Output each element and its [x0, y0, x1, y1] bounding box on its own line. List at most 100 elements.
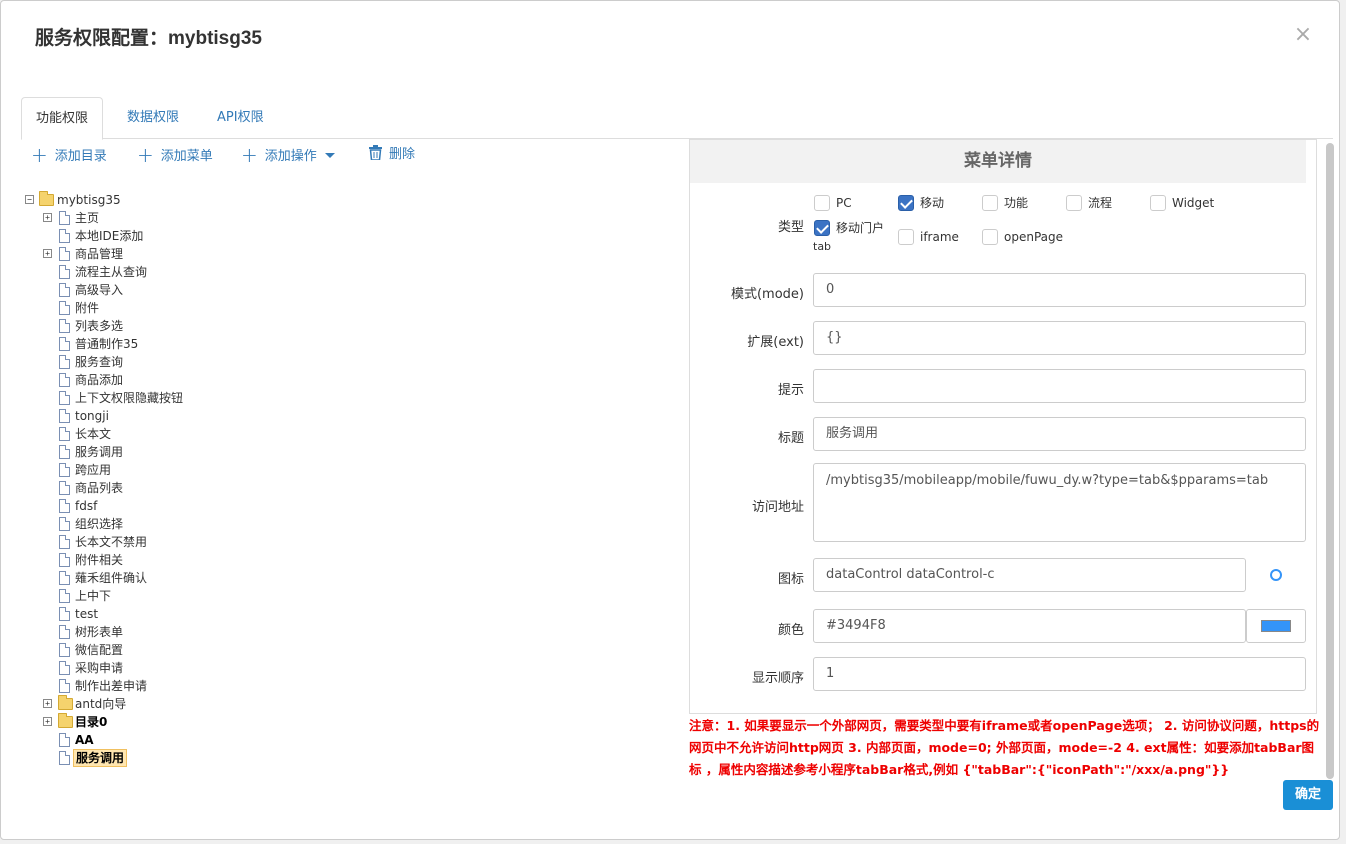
expand-icon[interactable]: +	[43, 717, 52, 726]
collapse-icon[interactable]: −	[25, 195, 34, 204]
tree-node-label[interactable]: 制作出差申请	[73, 677, 149, 695]
tree-node-label[interactable]: 跨应用	[73, 461, 113, 479]
tree-node-label[interactable]: 组织选择	[73, 515, 125, 533]
tree-node-label[interactable]: 主页	[73, 209, 101, 227]
tree-node-label[interactable]: 服务调用	[73, 749, 128, 767]
tree-node-label[interactable]: AA	[73, 731, 96, 749]
checkbox-label: 流程	[1088, 196, 1113, 210]
document-icon	[59, 751, 70, 765]
tree-node-label[interactable]: 列表多选	[73, 317, 125, 335]
tree-node-label[interactable]: mybtisg35	[55, 191, 123, 209]
tree-node-label[interactable]: fdsf	[73, 497, 99, 515]
dialog-title: 服务权限配置：mybtisg35	[35, 28, 262, 49]
tree-node-label[interactable]: 商品列表	[73, 479, 125, 497]
tree-node-label[interactable]: 普通制作35	[73, 335, 140, 353]
icon-label: 图标	[777, 572, 804, 587]
tree-node-label[interactable]: 附件	[73, 299, 101, 317]
document-icon	[59, 733, 70, 747]
tree-node-label[interactable]: 薙禾组件确认	[73, 569, 149, 587]
title-input[interactable]: 服务调用	[813, 417, 1306, 451]
document-icon	[59, 337, 70, 351]
tip-input[interactable]	[813, 369, 1306, 403]
checkbox-label: 移动	[920, 196, 945, 210]
checkbox-box[interactable]	[814, 195, 830, 211]
tree-node-label[interactable]: 目录0	[73, 713, 109, 731]
document-icon	[59, 607, 70, 621]
checkbox-label: Widget	[1172, 196, 1215, 210]
title-label: 标题	[777, 431, 804, 446]
trash-icon	[369, 145, 382, 161]
close-icon[interactable]: ×	[1287, 23, 1319, 49]
tree-node-label[interactable]: 树形表单	[73, 623, 125, 641]
tree-node-label[interactable]: 上下文权限隐藏按钮	[73, 389, 185, 407]
confirm-button[interactable]: 确定	[1283, 780, 1333, 810]
expand-icon[interactable]: +	[43, 213, 52, 222]
checkbox-box[interactable]	[1066, 195, 1082, 211]
tree-node-label[interactable]: 附件相关	[73, 551, 125, 569]
tree-node-label[interactable]: 流程主从查询	[73, 263, 149, 281]
color-picker-button[interactable]	[1246, 609, 1306, 643]
ext-label: 扩展(ext)	[747, 335, 804, 350]
expand-icon[interactable]: +	[43, 249, 52, 258]
document-icon	[59, 265, 70, 279]
document-icon	[59, 679, 70, 693]
delete-button[interactable]: 删除	[369, 144, 415, 166]
order-label: 显示顺序	[751, 671, 804, 686]
expand-icon[interactable]: +	[43, 699, 52, 708]
add-menu-label: 添加菜单	[160, 149, 213, 164]
scrollbar[interactable]	[1326, 143, 1334, 779]
mode-input[interactable]: 0	[813, 273, 1306, 307]
color-swatch	[1261, 620, 1291, 632]
document-icon	[59, 643, 70, 657]
tree-node-label[interactable]: antd向导	[73, 695, 128, 713]
permission-dialog: 服务权限配置：mybtisg35 × 功能权限 数据权限 API权限 + 添加目录…	[0, 0, 1340, 840]
document-icon	[59, 319, 70, 333]
document-icon	[59, 445, 70, 459]
tree-node-label[interactable]: 商品管理	[73, 245, 125, 263]
type-tab-suffix: tab	[813, 240, 832, 253]
panel-header: 菜单详情	[690, 140, 1306, 183]
color-input[interactable]: #3494F8	[813, 609, 1246, 643]
checkbox-box[interactable]	[1150, 195, 1166, 211]
tree-node-label[interactable]: 上中下	[73, 587, 113, 605]
checkbox-box[interactable]	[814, 220, 830, 236]
tree-node-label[interactable]: 长本文	[73, 425, 113, 443]
checkbox-box[interactable]	[982, 195, 998, 211]
notice-text: 注意：1. 如果要显示一个外部网页，需要类型中要有iframe或者openPag…	[689, 718, 1320, 777]
add-action-button[interactable]: + 添加操作	[241, 144, 335, 166]
tree-node-label[interactable]: tongji	[73, 407, 111, 425]
document-icon	[59, 247, 70, 261]
tree-node-label[interactable]: 微信配置	[73, 641, 125, 659]
add-action-label: 添加操作	[264, 149, 317, 164]
ext-input[interactable]: {}	[813, 321, 1306, 355]
checkbox-box[interactable]	[898, 195, 914, 211]
document-icon	[59, 481, 70, 495]
checkbox-box[interactable]	[898, 229, 914, 245]
checkbox-label: openPage	[1004, 230, 1063, 244]
document-icon	[59, 625, 70, 639]
tree-node-label[interactable]: 服务查询	[73, 353, 125, 371]
checkbox-label: PC	[836, 196, 852, 210]
type-label: 类型	[777, 220, 804, 235]
tree-node-label[interactable]: test	[73, 605, 100, 623]
tab-function-permission[interactable]: 功能权限	[21, 97, 104, 140]
tree-node-label[interactable]: 长本文不禁用	[73, 533, 149, 551]
tree-node-label[interactable]: 采购申请	[73, 659, 125, 677]
order-input[interactable]: 1	[813, 657, 1306, 691]
tree-node-label[interactable]: 商品添加	[73, 371, 125, 389]
tab-data-permission[interactable]: 数据权限	[113, 97, 193, 139]
add-directory-button[interactable]: + 添加目录	[31, 144, 107, 166]
document-icon	[59, 427, 70, 441]
checkbox-box[interactable]	[982, 229, 998, 245]
tab-api-permission[interactable]: API权限	[203, 97, 278, 139]
tree-node-label[interactable]: 服务调用	[73, 443, 125, 461]
icon-input[interactable]: dataControl dataControl-c	[813, 558, 1246, 592]
tree-node-label[interactable]: 本地IDE添加	[73, 227, 145, 245]
document-icon	[59, 229, 70, 243]
icon-preview-icon[interactable]	[1270, 569, 1282, 581]
tree-node-label[interactable]: 高级导入	[73, 281, 125, 299]
document-icon	[59, 589, 70, 603]
add-menu-button[interactable]: + 添加菜单	[137, 144, 213, 166]
url-textarea[interactable]: /mybtisg35/mobileapp/mobile/fuwu_dy.w?ty…	[813, 463, 1306, 542]
document-icon	[59, 463, 70, 477]
